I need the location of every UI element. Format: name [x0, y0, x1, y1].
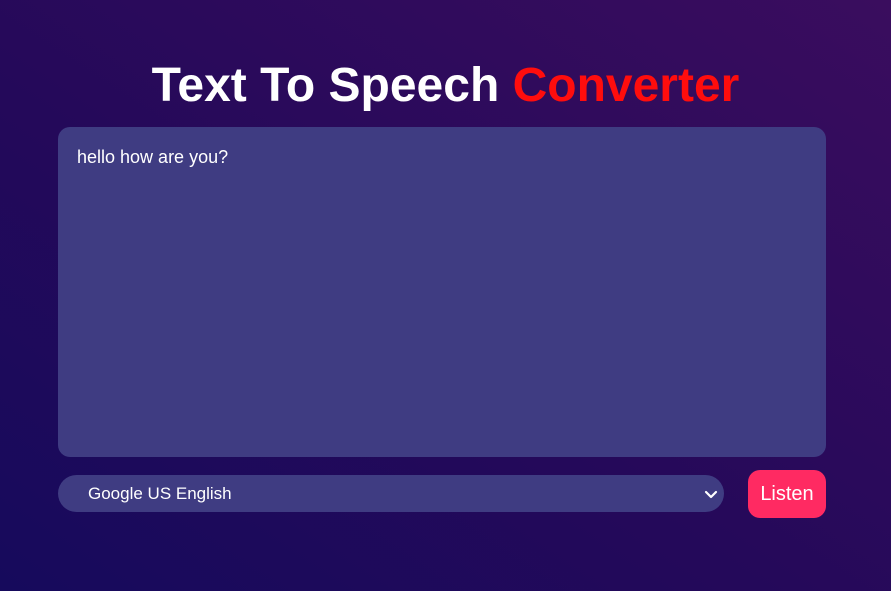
listen-button[interactable]: Listen [748, 470, 826, 518]
page-title: Text To Speech Converter [0, 58, 891, 114]
title-accent: Converter [512, 59, 740, 112]
title-main: Text To Speech [151, 59, 500, 112]
text-input[interactable]: hello how are you? [58, 127, 826, 457]
chevron-down-icon [704, 490, 718, 499]
voice-select[interactable]: Google US English [58, 475, 724, 512]
voice-select-value: Google US English [88, 484, 232, 503]
